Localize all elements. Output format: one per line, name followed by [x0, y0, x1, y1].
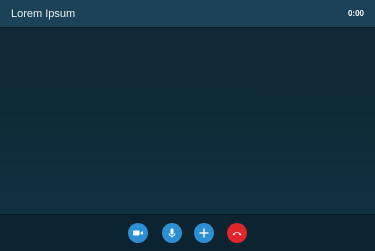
microphone-icon [168, 228, 176, 238]
video-area [0, 28, 375, 214]
end-call-button[interactable] [227, 223, 247, 243]
add-participant-button[interactable] [194, 223, 214, 243]
call-window: Lorem Ipsum 0:00 [0, 0, 375, 251]
mute-toggle-button[interactable] [162, 223, 182, 243]
call-controls-bar [0, 214, 375, 251]
phone-hangup-icon [232, 232, 242, 236]
contact-name: Lorem Ipsum [11, 8, 76, 20]
video-toggle-button[interactable] [128, 223, 148, 243]
call-header: Lorem Ipsum 0:00 [0, 0, 375, 28]
call-timer: 0:00 [347, 9, 364, 18]
video-camera-icon [133, 230, 143, 236]
plus-icon [199, 228, 209, 238]
